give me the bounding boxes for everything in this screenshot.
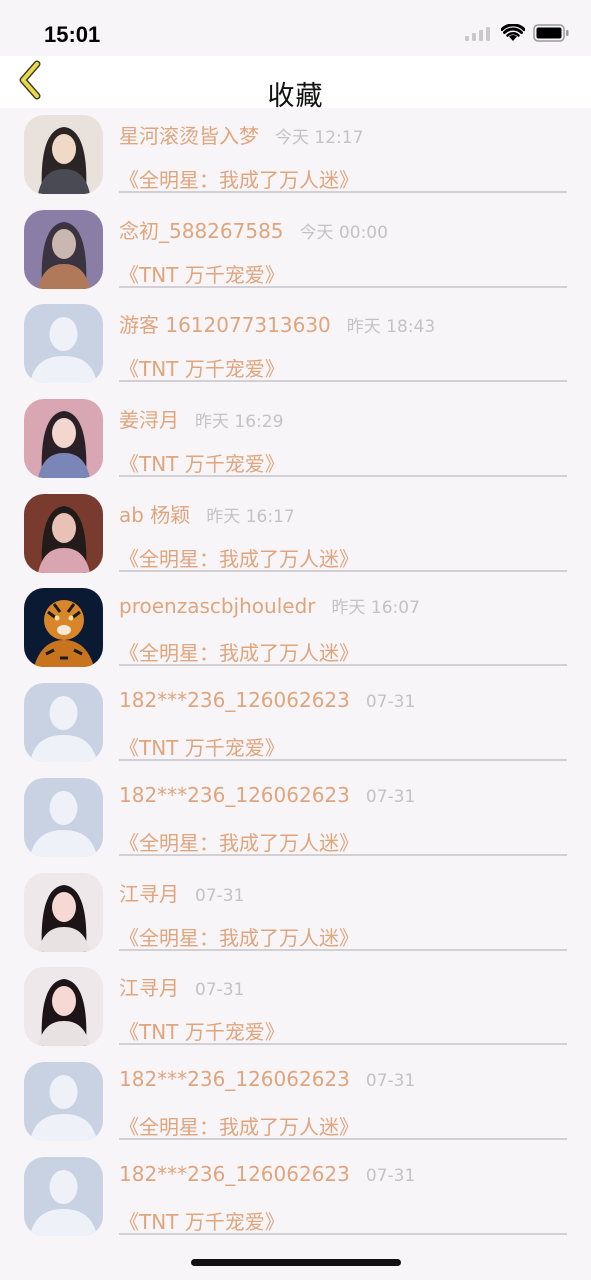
list-item[interactable]: 姜浔月 昨天 16:29 《TNT 万千宠爱》 bbox=[0, 392, 591, 487]
user-line: 182***236_126062623 07-31 bbox=[119, 1067, 415, 1091]
book-title[interactable]: 《TNT 万千宠爱》 bbox=[119, 1016, 285, 1045]
list-item[interactable]: 念初_588267585 今天 00:00 《TNT 万千宠爱》 bbox=[0, 203, 591, 298]
avatar[interactable] bbox=[24, 967, 103, 1047]
list-item[interactable]: 星河滚烫皆入梦 今天 12:17 《全明星：我成了万人迷》 bbox=[0, 108, 591, 203]
user-line: 星河滚烫皆入梦 今天 12:17 bbox=[119, 120, 363, 149]
battery-icon bbox=[533, 24, 569, 46]
divider bbox=[119, 1137, 567, 1140]
avatar[interactable] bbox=[24, 115, 103, 194]
user-name[interactable]: 182***236_126062623 bbox=[119, 688, 350, 712]
avatar[interactable] bbox=[24, 399, 103, 479]
book-title[interactable]: 《TNT 万千宠爱》 bbox=[119, 259, 285, 288]
user-line: 182***236_126062623 07-31 bbox=[119, 688, 415, 712]
book-title[interactable]: 《TNT 万千宠爱》 bbox=[119, 732, 285, 761]
timestamp: 昨天 16:17 bbox=[206, 506, 295, 527]
user-name[interactable]: ab 杨颖 bbox=[119, 499, 190, 528]
divider bbox=[119, 1232, 567, 1235]
avatar[interactable] bbox=[24, 1061, 103, 1141]
timestamp: 昨天 16:07 bbox=[331, 598, 420, 619]
avatar[interactable] bbox=[24, 304, 103, 384]
book-title[interactable]: 《TNT 万千宠爱》 bbox=[119, 1206, 285, 1235]
divider bbox=[119, 853, 567, 856]
user-name[interactable]: 江寻月 bbox=[119, 972, 179, 1001]
user-name[interactable]: 念初_588267585 bbox=[119, 215, 284, 244]
list-item[interactable]: 182***236_126062623 07-31 《TNT 万千宠爱》 bbox=[0, 1150, 591, 1245]
signal-icon bbox=[465, 25, 493, 45]
avatar[interactable] bbox=[24, 209, 103, 289]
user-line: ab 杨颖 昨天 16:17 bbox=[119, 499, 295, 528]
avatar[interactable] bbox=[24, 872, 103, 952]
user-name[interactable]: 182***236_126062623 bbox=[119, 1162, 350, 1186]
list-item[interactable]: 182***236_126062623 07-31 《全明星：我成了万人迷》 bbox=[0, 771, 591, 866]
user-name[interactable]: 182***236_126062623 bbox=[119, 783, 350, 807]
user-line: 182***236_126062623 07-31 bbox=[119, 783, 415, 807]
avatar[interactable] bbox=[24, 588, 103, 668]
list-item[interactable]: ab 杨颖 昨天 16:17 《全明星：我成了万人迷》 bbox=[0, 487, 591, 582]
divider bbox=[119, 948, 567, 951]
list-item[interactable]: 江寻月 07-31 《全明星：我成了万人迷》 bbox=[0, 866, 591, 961]
book-title[interactable]: 《全明星：我成了万人迷》 bbox=[119, 637, 359, 666]
divider bbox=[119, 380, 567, 383]
avatar[interactable] bbox=[24, 493, 103, 573]
wifi-icon bbox=[500, 23, 526, 46]
timestamp: 昨天 18:43 bbox=[346, 317, 436, 338]
user-line: 江寻月 07-31 bbox=[119, 972, 244, 1001]
user-name[interactable]: 姜浔月 bbox=[119, 404, 179, 433]
divider bbox=[119, 759, 567, 762]
list-item[interactable]: 182***236_126062623 07-31 《TNT 万千宠爱》 bbox=[0, 676, 591, 771]
user-name[interactable]: 星河滚烫皆入梦 bbox=[119, 120, 259, 149]
user-line: 念初_588267585 今天 00:00 bbox=[119, 215, 388, 244]
user-line: 182***236_126062623 07-31 bbox=[119, 1162, 415, 1186]
user-line: 江寻月 07-31 bbox=[119, 878, 244, 907]
nav-bar: 收藏 bbox=[0, 56, 591, 112]
timestamp: 07-31 bbox=[365, 692, 416, 713]
avatar[interactable] bbox=[24, 777, 103, 857]
book-title[interactable]: 《全明星：我成了万人迷》 bbox=[119, 1111, 359, 1140]
status-bar: 15:01 bbox=[0, 0, 591, 56]
list-item[interactable]: proenzascbjhouledr 昨天 16:07 《全明星：我成了万人迷》 bbox=[0, 581, 591, 676]
divider bbox=[119, 1043, 567, 1046]
divider bbox=[119, 191, 567, 193]
timestamp: 今天 00:00 bbox=[299, 222, 388, 243]
book-title[interactable]: 《TNT 万千宠爱》 bbox=[119, 448, 285, 477]
user-name[interactable]: 182***236_126062623 bbox=[119, 1067, 350, 1091]
book-title[interactable]: 《全明星：我成了万人迷》 bbox=[119, 543, 359, 572]
book-title[interactable]: 《全明星：我成了万人迷》 bbox=[119, 827, 359, 856]
list-item[interactable]: 游客 1612077313630 昨天 18:43 《TNT 万千宠爱》 bbox=[0, 297, 591, 392]
timestamp: 07-31 bbox=[195, 885, 245, 906]
timestamp: 07-31 bbox=[365, 1165, 416, 1186]
favorites-list: 星河滚烫皆入梦 今天 12:17 《全明星：我成了万人迷》 念初_588267585 今… bbox=[0, 108, 591, 1244]
divider bbox=[119, 285, 567, 288]
user-name[interactable]: proenzascbjhouledr bbox=[119, 594, 315, 618]
avatar[interactable] bbox=[24, 1156, 103, 1236]
list-item[interactable]: 江寻月 07-31 《TNT 万千宠爱》 bbox=[0, 960, 591, 1055]
timestamp: 今天 12:17 bbox=[275, 128, 364, 148]
book-title[interactable]: 《全明星：我成了万人迷》 bbox=[119, 164, 359, 193]
timestamp: 07-31 bbox=[365, 786, 416, 807]
divider bbox=[119, 569, 567, 572]
user-name[interactable]: 游客 1612077313630 bbox=[119, 309, 331, 338]
book-title[interactable]: 《全明星：我成了万人迷》 bbox=[119, 922, 359, 951]
list-item[interactable]: 182***236_126062623 07-31 《全明星：我成了万人迷》 bbox=[0, 1055, 591, 1150]
avatar[interactable] bbox=[24, 683, 103, 763]
user-name[interactable]: 江寻月 bbox=[119, 878, 179, 907]
timestamp: 07-31 bbox=[365, 1070, 416, 1091]
home-indicator[interactable] bbox=[191, 1259, 401, 1266]
user-line: 姜浔月 昨天 16:29 bbox=[119, 404, 283, 433]
divider bbox=[119, 664, 567, 667]
status-time: 15:01 bbox=[44, 22, 101, 47]
book-title[interactable]: 《TNT 万千宠爱》 bbox=[119, 353, 285, 382]
timestamp: 昨天 16:29 bbox=[195, 412, 284, 433]
divider bbox=[119, 475, 567, 478]
user-line: proenzascbjhouledr 昨天 16:07 bbox=[119, 593, 420, 618]
status-icons bbox=[465, 23, 569, 46]
timestamp: 07-31 bbox=[195, 980, 245, 1001]
user-line: 游客 1612077313630 昨天 18:43 bbox=[119, 309, 435, 338]
